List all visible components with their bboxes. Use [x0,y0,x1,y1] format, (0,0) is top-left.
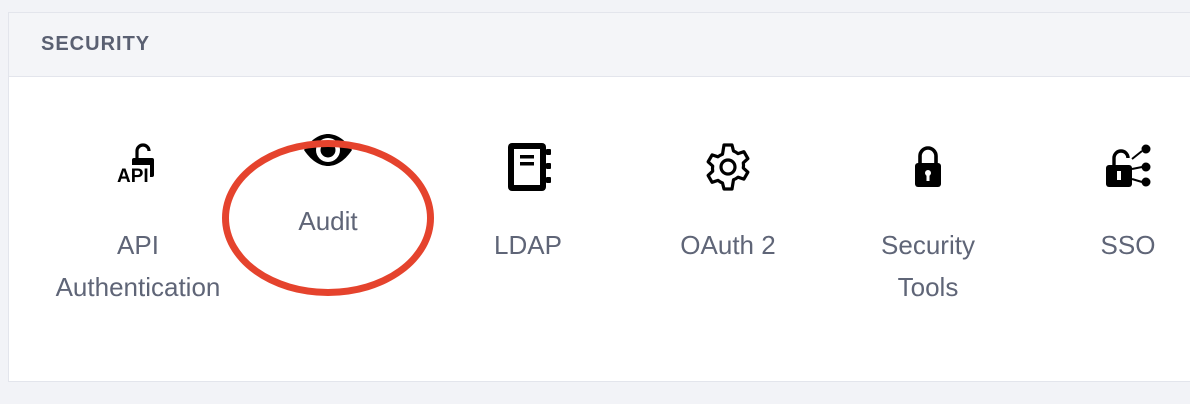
address-book-icon [500,139,556,195]
tile-label: SSO [1100,230,1156,260]
tile-sso[interactable]: SSO [1028,64,1190,324]
gear-icon [700,139,756,195]
tile-security-tools[interactable]: Security Tools [828,64,1028,324]
eye-icon [300,122,356,178]
tile-label: API Authentication [55,230,221,302]
unlock-share-icon [1100,139,1156,195]
lock-icon [900,139,956,195]
api-lock-icon: API [110,139,166,195]
tile-audit[interactable]: Audit [228,64,428,324]
tile-label: OAuth 2 [680,230,776,260]
tile-ldap[interactable]: LDAP [428,64,628,324]
tile-label: Audit [298,206,358,236]
svg-text:API: API [117,166,149,187]
tile-api-authentication[interactable]: API API Authentication [38,64,238,324]
tile-oauth-2[interactable]: OAuth 2 [628,64,828,324]
tile-label: LDAP [494,230,562,260]
tile-label: Security Tools [881,230,975,302]
section-title: SECURITY [41,33,151,55]
